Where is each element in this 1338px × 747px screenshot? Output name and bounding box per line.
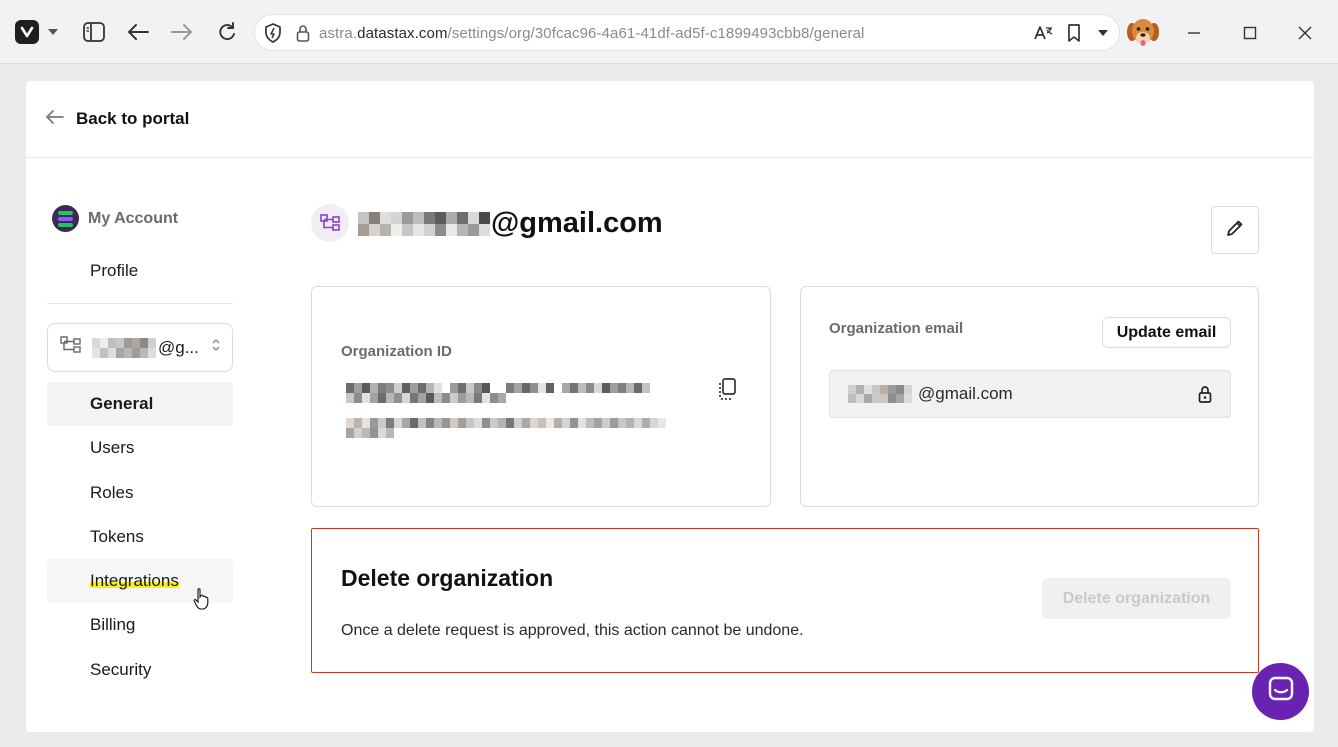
organization-id-panel: Organization ID [311, 286, 771, 507]
organization-id-label: Organization ID [341, 343, 452, 360]
redacted-email-pixels [358, 211, 491, 236]
sidebar-item-security[interactable]: Security [47, 648, 233, 692]
chat-launcher-button[interactable] [1252, 663, 1309, 720]
copy-id-button[interactable] [714, 377, 740, 406]
sidebar-item-general[interactable]: General [47, 382, 233, 426]
redacted-id-pixels [346, 383, 666, 403]
arrow-left-icon [46, 109, 64, 129]
url-dropdown-icon[interactable] [1096, 28, 1110, 38]
mouse-cursor-icon [193, 588, 209, 615]
redacted-id-pixels-2 [346, 418, 666, 438]
bookmark-icon[interactable] [1066, 23, 1082, 43]
browser-toolbar: astra.datastax.com/settings/org/30fcac96… [0, 0, 1338, 64]
page-title: @gmail.com [358, 207, 663, 240]
back-arrow-icon[interactable] [125, 22, 151, 42]
close-window-icon[interactable] [1296, 24, 1314, 42]
lock-icon [1198, 385, 1212, 408]
maximize-icon[interactable] [1241, 24, 1259, 42]
org-select-suffix: @g... [158, 337, 199, 357]
forward-arrow-icon[interactable] [169, 22, 195, 42]
organization-select[interactable]: @g... [47, 323, 233, 372]
delete-organization-button[interactable]: Delete organization [1042, 578, 1231, 619]
org-select-value: @g... [92, 337, 199, 358]
reload-icon[interactable] [216, 21, 238, 43]
chat-icon [1267, 675, 1295, 708]
my-account-label: My Account [88, 209, 179, 227]
edit-org-button[interactable] [1211, 206, 1259, 254]
chevron-updown-icon [211, 337, 221, 358]
org-avatar-icon [311, 204, 349, 242]
organization-email-field: @gmail.com [829, 370, 1231, 418]
org-title-suffix: @gmail.com [491, 207, 663, 239]
pencil-icon [1226, 219, 1244, 242]
update-email-button[interactable]: Update email [1102, 317, 1231, 348]
panel-toggle-icon[interactable] [82, 21, 106, 43]
sidebar-item-roles[interactable]: Roles [47, 471, 233, 515]
back-to-portal-link[interactable]: Back to portal [46, 109, 189, 129]
organization-email-label: Organization email [829, 320, 964, 337]
address-bar[interactable]: astra.datastax.com/settings/org/30fcac96… [254, 14, 1120, 51]
translate-icon[interactable] [1032, 24, 1054, 42]
redacted-email-pixels [92, 337, 158, 358]
org-tree-icon [60, 336, 82, 359]
url-text: astra.datastax.com/settings/org/30fcac96… [319, 25, 865, 42]
delete-organization-description: Once a delete request is approved, this … [341, 622, 804, 639]
copy-icon [716, 377, 738, 406]
sidebar-item-tokens[interactable]: Tokens [47, 515, 233, 559]
sidebar-item-users[interactable]: Users [47, 426, 233, 470]
back-to-portal-label: Back to portal [76, 109, 190, 128]
organization-id-value [346, 383, 666, 443]
sidebar-item-profile[interactable]: Profile [47, 249, 233, 293]
sidebar-divider [47, 303, 233, 304]
organization-email-suffix: @gmail.com [918, 384, 1013, 403]
menu-dropdown-icon[interactable] [46, 26, 60, 38]
profile-avatar-icon[interactable] [1126, 16, 1160, 50]
account-avatar-icon [52, 205, 79, 232]
redacted-email-pixels [848, 385, 918, 403]
card-header: Back to portal [26, 81, 1314, 158]
delete-organization-panel: Delete organization Once a delete reques… [311, 528, 1259, 673]
delete-organization-title: Delete organization [341, 565, 554, 591]
vivaldi-menu-icon[interactable] [15, 20, 39, 44]
minimize-icon[interactable] [1185, 24, 1203, 42]
organization-email-panel: Organization email Update email @gmail.c… [800, 286, 1259, 507]
lock-icon [295, 24, 311, 42]
my-account-header: My Account [52, 205, 178, 232]
shield-icon[interactable] [263, 23, 283, 43]
